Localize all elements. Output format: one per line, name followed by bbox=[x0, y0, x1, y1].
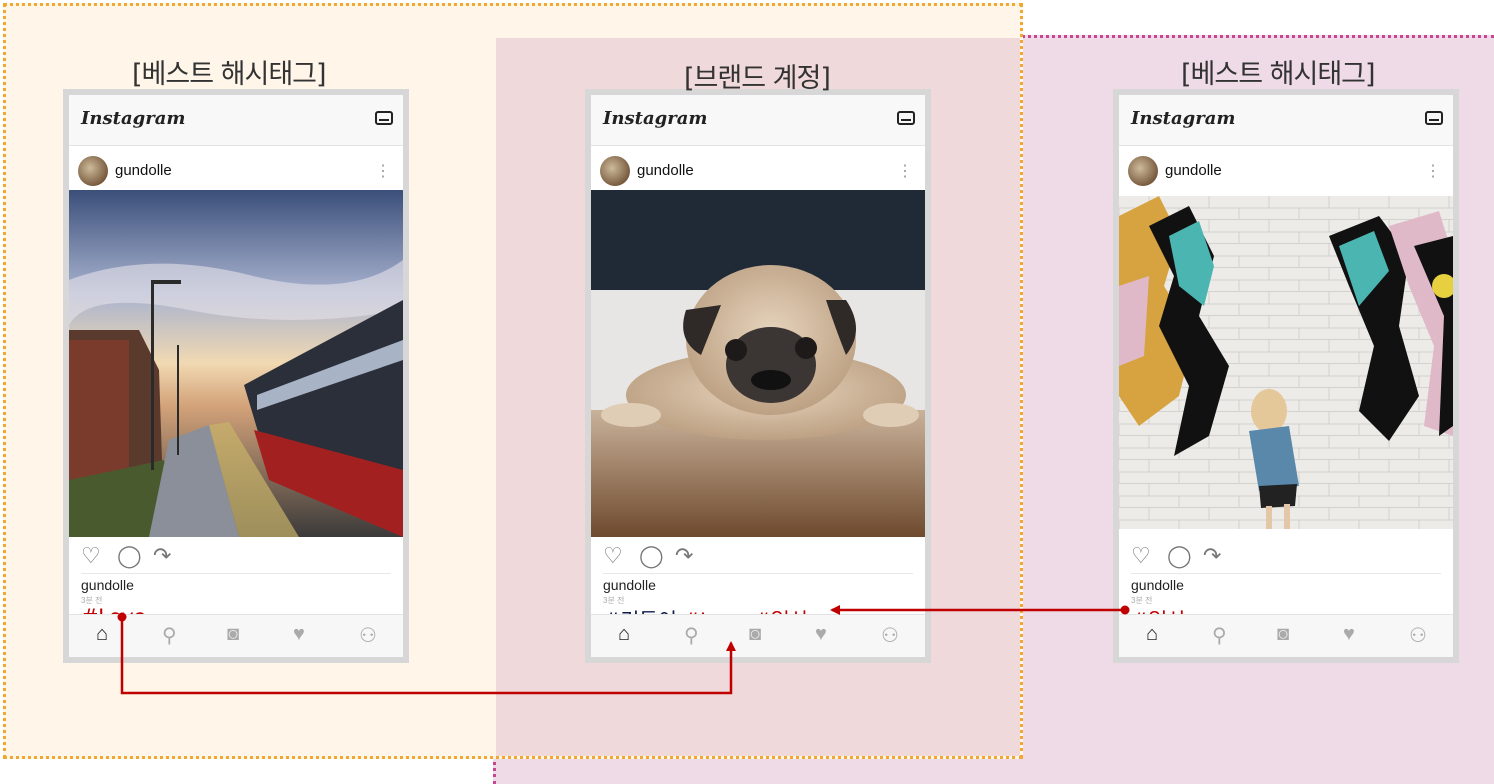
arrow-start-dot-daily bbox=[1120, 605, 1130, 615]
arrow-start-dot-love bbox=[117, 612, 127, 622]
arrow-love-to-brand bbox=[120, 618, 736, 695]
connector-arrows bbox=[117, 605, 1130, 695]
